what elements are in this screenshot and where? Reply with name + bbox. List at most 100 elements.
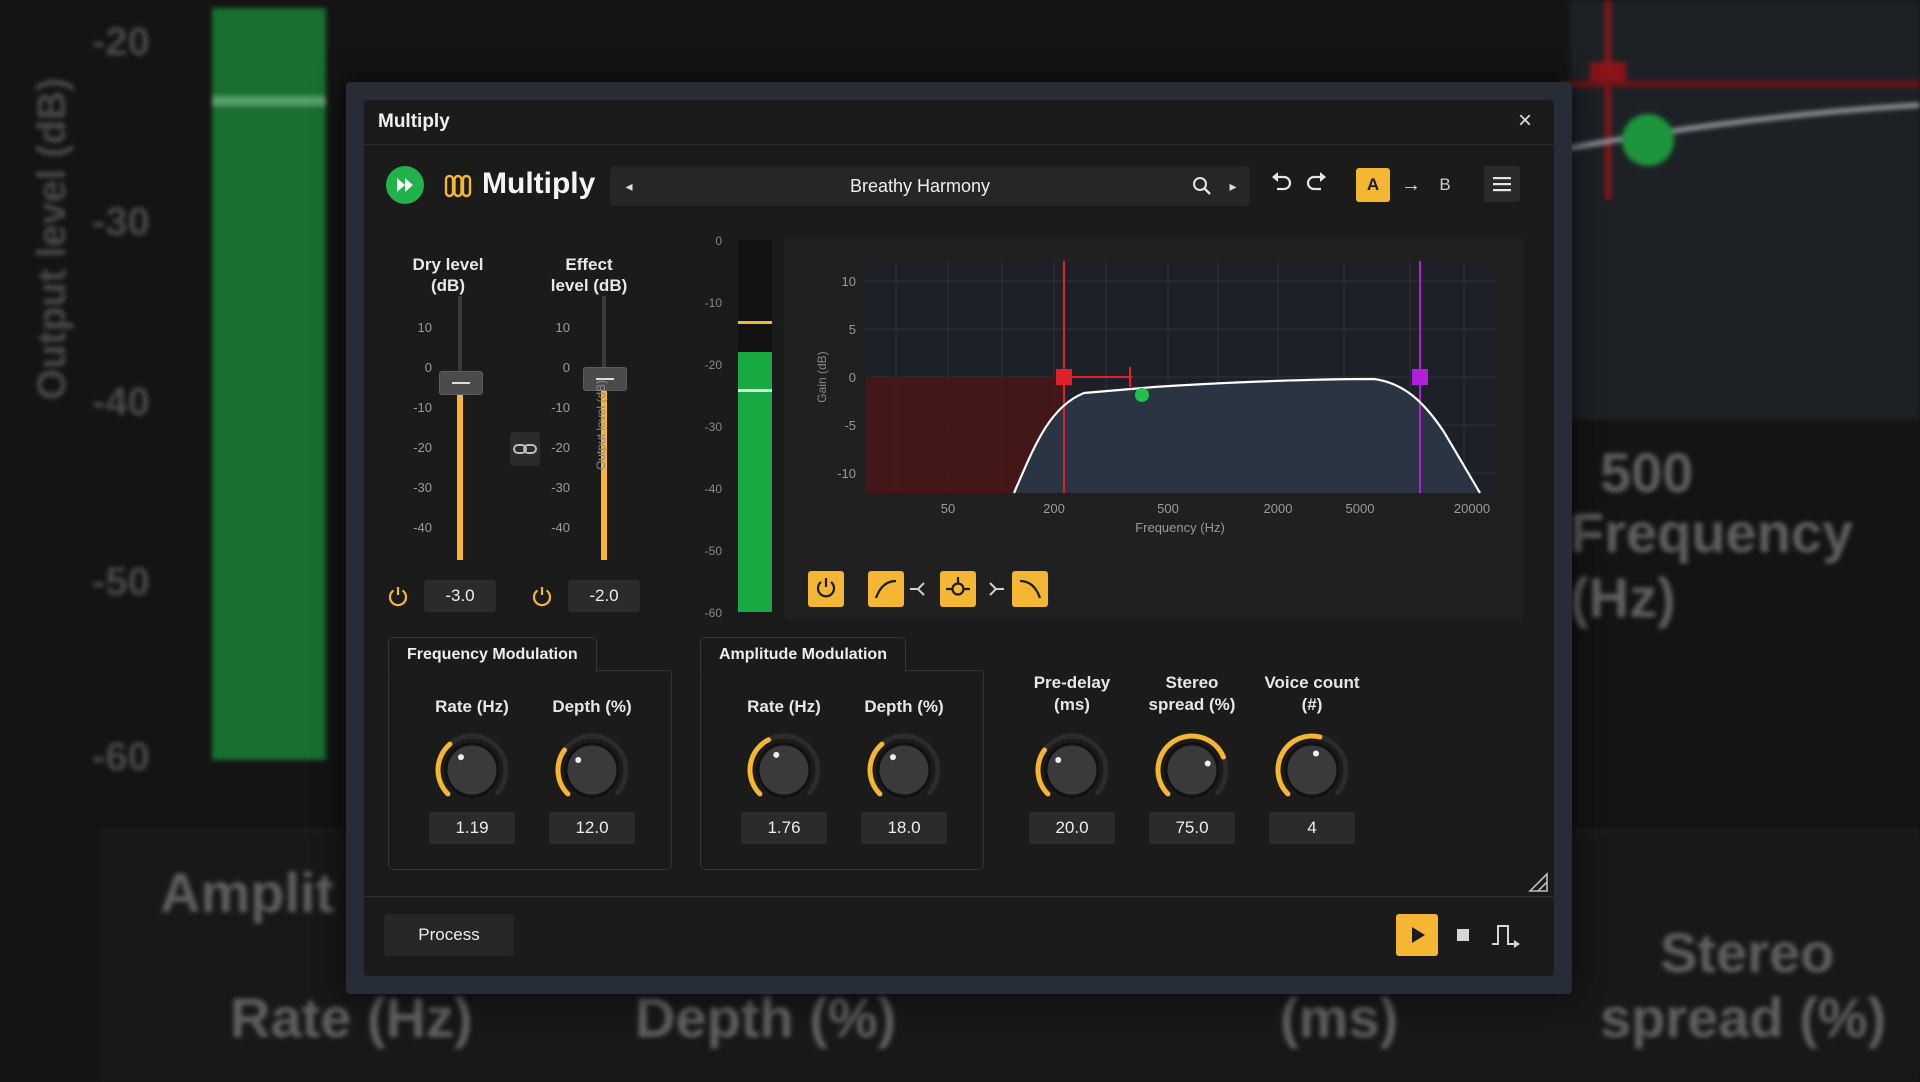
- search-icon[interactable]: [1190, 174, 1214, 198]
- redo-icon[interactable]: [1304, 168, 1330, 194]
- meter-tick: -40: [704, 482, 722, 496]
- output-meter-hold: [738, 320, 772, 324]
- high-pass-filter-icon: [874, 579, 897, 599]
- stereo-spread-label: Stereo spread (%): [1132, 672, 1252, 716]
- bell-band-handle[interactable]: [1135, 388, 1149, 402]
- dry-level-title-line1: Dry level: [412, 255, 484, 274]
- dry-level-title: Dry level (dB): [388, 254, 508, 296]
- dry-fader-handle[interactable]: [439, 371, 483, 395]
- fader-tick: -30: [551, 480, 570, 495]
- fm-depth-knob[interactable]: [552, 730, 632, 810]
- ab-compare-b-button[interactable]: B: [1430, 168, 1460, 202]
- predelay-knob[interactable]: [1032, 730, 1112, 810]
- eq-y-tick: -5: [844, 418, 856, 433]
- am-depth-knob[interactable]: [864, 730, 944, 810]
- bg-ms-label: (ms): [1280, 986, 1399, 1049]
- meter-tick: -50: [704, 544, 722, 558]
- voice-count-value[interactable]: 4: [1269, 812, 1355, 844]
- bg-meter-bar: [212, 8, 326, 760]
- fader-tick: -40: [413, 520, 432, 535]
- resize-grip-icon[interactable]: [1528, 872, 1548, 892]
- fader-tick: -40: [551, 520, 570, 535]
- bg-depth-label: Depth (%): [635, 986, 897, 1049]
- link-faders-button[interactable]: [510, 432, 540, 466]
- predelay-value[interactable]: 20.0: [1029, 812, 1115, 844]
- preview-loop-button[interactable]: [1488, 918, 1522, 952]
- voice-count-knob[interactable]: [1272, 730, 1352, 810]
- bg-rate-label: Rate (Hz): [230, 986, 473, 1049]
- fm-depth-value[interactable]: 12.0: [549, 812, 635, 844]
- stereo-spread-knob[interactable]: [1152, 730, 1232, 810]
- meter-tick: -20: [704, 358, 722, 372]
- effect-power-icon[interactable]: [530, 584, 554, 608]
- predelay-label: Pre-delay (ms): [1012, 672, 1132, 716]
- stereo-spread-value[interactable]: 75.0: [1149, 812, 1235, 844]
- fm-rate-label: Rate (Hz): [435, 697, 509, 716]
- eq-x-tick: 5000: [1346, 501, 1375, 516]
- footer-divider: [364, 896, 1554, 897]
- eq-low-cut-button[interactable]: [868, 571, 904, 607]
- loop-toggle-icon: [1492, 925, 1520, 948]
- high-cut-handle[interactable]: [1412, 369, 1428, 385]
- voice-count-label: Voice count (#): [1252, 672, 1372, 716]
- title-bar[interactable]: Multiply ×: [364, 100, 1554, 145]
- menu-button[interactable]: [1484, 166, 1520, 202]
- plugin-window-body: Multiply × Multiply ◂ Breathy Harmony ▸: [364, 100, 1554, 976]
- undo-icon[interactable]: [1268, 168, 1294, 194]
- eq-high-cut-button[interactable]: [1012, 571, 1048, 607]
- eq-y-tick: 0: [849, 370, 856, 385]
- hamburger-menu-icon: [1493, 177, 1511, 192]
- ab-compare-a-button[interactable]: A: [1356, 168, 1390, 202]
- dry-level-value[interactable]: -3.0: [424, 580, 496, 612]
- plugin-name: Multiply: [482, 167, 596, 200]
- eq-x-tick: 50: [941, 501, 955, 516]
- preset-prev-button[interactable]: ◂: [616, 166, 642, 206]
- am-depth-label: Depth (%): [864, 697, 944, 716]
- eq-y-label: Gain (dB): [815, 351, 829, 402]
- eq-graph[interactable]: 10 5 0 -5 -10 50 200 500 2000 5000 20000…: [784, 237, 1524, 619]
- voice-count-label-line1: Voice count: [1264, 673, 1360, 692]
- preset-next-button[interactable]: ▸: [1220, 166, 1246, 206]
- low-pass-filter-icon: [1019, 579, 1042, 599]
- close-button[interactable]: ×: [1510, 106, 1540, 136]
- meter-tick: 0: [715, 234, 722, 248]
- play-icon: [1412, 927, 1425, 943]
- window-title: Multiply: [378, 111, 450, 132]
- fm-depth-label: Depth (%): [552, 697, 632, 716]
- frequency-modulation-tab: Frequency Modulation: [388, 637, 597, 672]
- low-cut-handle[interactable]: [1056, 369, 1072, 385]
- preset-selector[interactable]: ◂ Breathy Harmony ▸: [610, 166, 1250, 206]
- preview-stop-button[interactable]: [1448, 920, 1478, 950]
- process-button[interactable]: Process: [384, 914, 514, 956]
- multiply-logo-icon: [444, 174, 472, 198]
- am-rate-knob[interactable]: [744, 730, 824, 810]
- bg-meter-label: Output level (dB): [30, 77, 74, 400]
- bg-tick: -50: [92, 560, 150, 604]
- fader-tick: -30: [413, 480, 432, 495]
- eq-power-button[interactable]: [808, 571, 844, 607]
- stereo-spread-label-line1: Stereo: [1165, 673, 1219, 692]
- dry-power-icon[interactable]: [386, 584, 410, 608]
- fader-tick: -20: [551, 440, 570, 455]
- bg-eq-curve: [1560, 0, 1920, 200]
- ab-copy-button[interactable]: →: [1396, 168, 1426, 202]
- power-icon: [816, 578, 836, 598]
- effect-level-title-line2: level (dB): [550, 276, 628, 295]
- fm-rate-value[interactable]: 1.19: [429, 812, 515, 844]
- preview-play-button[interactable]: [1396, 914, 1438, 956]
- eq-x-tick: 500: [1157, 501, 1179, 516]
- eq-x-tick: 2000: [1264, 501, 1293, 516]
- bypass-button[interactable]: [386, 166, 424, 204]
- fm-rate-knob[interactable]: [432, 730, 512, 810]
- eq-x-label: Frequency (Hz): [1135, 520, 1225, 535]
- eq-bell-button[interactable]: [940, 571, 976, 607]
- play-forward-icon: [397, 178, 413, 192]
- effect-level-title: Effect level (dB): [524, 254, 654, 296]
- effect-level-value[interactable]: -2.0: [568, 580, 640, 612]
- am-depth-value[interactable]: 18.0: [861, 812, 947, 844]
- bg-tick: -20: [92, 20, 150, 64]
- amplitude-modulation-tab: Amplitude Modulation: [700, 637, 906, 672]
- preset-name[interactable]: Breathy Harmony: [650, 166, 1190, 206]
- chevron-left-icon: ◂: [625, 178, 633, 194]
- am-rate-value[interactable]: 1.76: [741, 812, 827, 844]
